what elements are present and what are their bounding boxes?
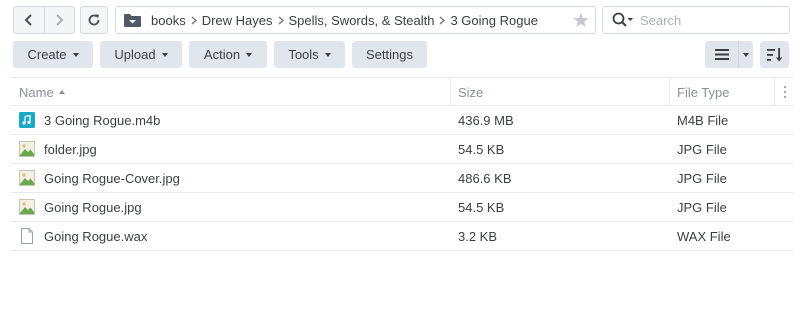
- action-button[interactable]: Action: [189, 41, 267, 68]
- settings-button[interactable]: Settings: [352, 41, 427, 68]
- view-dropdown-button[interactable]: [738, 41, 753, 68]
- breadcrumb-item-current[interactable]: 3 Going Rogue: [450, 13, 537, 28]
- sort-icon: [766, 47, 782, 61]
- chevron-right-icon: [278, 16, 284, 25]
- file-type: M4B File: [677, 112, 729, 128]
- image-file-icon: [19, 170, 35, 186]
- file-size: 3.2 KB: [458, 228, 498, 244]
- column-divider[interactable]: [774, 78, 775, 106]
- path-bar[interactable]: books Drew Hayes Spells, Swords, & Steal…: [115, 6, 596, 34]
- file-name: Going Rogue.jpg: [44, 199, 142, 215]
- column-header-file-type[interactable]: File Type: [677, 78, 730, 106]
- chevron-right-icon: [56, 14, 64, 26]
- back-button[interactable]: [14, 7, 44, 33]
- navigation-buttons: [13, 6, 75, 34]
- column-header-size[interactable]: Size: [458, 78, 483, 106]
- column-name-label: Name: [19, 84, 54, 100]
- column-divider[interactable]: [450, 78, 451, 106]
- file-list-header: Name Size File Type: [11, 77, 793, 106]
- file-size: 54.5 KB: [458, 199, 505, 215]
- search-box[interactable]: Search: [602, 6, 790, 34]
- generic-file-icon: [21, 228, 33, 244]
- file-size: 436.9 MB: [458, 112, 514, 128]
- file-size: 486.6 KB: [458, 170, 512, 186]
- star-icon[interactable]: [573, 12, 589, 28]
- audio-file-icon: [19, 112, 35, 128]
- column-header-name[interactable]: Name: [19, 78, 65, 106]
- file-type: WAX File: [677, 228, 731, 244]
- file-type: JPG File: [677, 199, 727, 215]
- file-name: 3 Going Rogue.m4b: [44, 112, 161, 128]
- top-bar: books Drew Hayes Spells, Swords, & Steal…: [0, 0, 804, 40]
- create-label: Create: [27, 47, 67, 62]
- column-size-label: Size: [458, 84, 484, 100]
- search-input[interactable]: Search: [640, 13, 681, 28]
- table-row[interactable]: 3 Going Rogue.m4b 436.9 MB M4B File: [11, 106, 793, 135]
- list-view-icon: [714, 49, 729, 60]
- caret-down-icon: [161, 52, 168, 57]
- upload-button[interactable]: Upload: [100, 41, 182, 68]
- breadcrumb-item-series[interactable]: Spells, Swords, & Stealth: [289, 13, 435, 28]
- breadcrumb-item-books[interactable]: books: [151, 13, 186, 28]
- file-name: folder.jpg: [44, 141, 97, 157]
- upload-label: Upload: [114, 47, 156, 62]
- search-icon[interactable]: [612, 12, 634, 28]
- list-view-button[interactable]: [705, 41, 738, 68]
- chevron-right-icon: [191, 16, 197, 25]
- sort-ascending-icon: [58, 90, 65, 94]
- sort-button[interactable]: [760, 41, 789, 68]
- file-size: 54.5 KB: [458, 141, 505, 157]
- caret-down-icon: [72, 52, 79, 57]
- refresh-button[interactable]: [80, 6, 108, 34]
- column-type-label: File Type: [677, 84, 730, 100]
- file-type: JPG File: [677, 170, 727, 186]
- image-file-icon: [19, 199, 35, 215]
- chevron-right-icon: [439, 16, 446, 25]
- column-divider[interactable]: [669, 78, 670, 106]
- table-row[interactable]: folder.jpg 54.5 KB JPG File: [11, 135, 793, 164]
- view-mode-control: [705, 41, 753, 68]
- action-label: Action: [203, 47, 241, 62]
- caret-down-icon: [246, 52, 253, 57]
- caret-down-icon: [743, 52, 749, 57]
- table-row[interactable]: Going Rogue.wax 3.2 KB WAX File: [11, 222, 793, 251]
- file-name: Going Rogue.wax: [44, 228, 148, 244]
- tools-button[interactable]: Tools: [274, 41, 345, 68]
- table-row[interactable]: Going Rogue.jpg 54.5 KB JPG File: [11, 193, 793, 222]
- table-row[interactable]: Going Rogue-Cover.jpg 486.6 KB JPG File: [11, 164, 793, 193]
- column-menu-icon[interactable]: [781, 85, 789, 99]
- refresh-icon: [88, 14, 100, 26]
- image-file-icon: [19, 141, 35, 157]
- file-name: Going Rogue-Cover.jpg: [44, 170, 180, 186]
- forward-button[interactable]: [43, 7, 74, 33]
- toolbar: Create Upload Action Tools Settings: [0, 40, 804, 70]
- file-type: JPG File: [677, 141, 727, 157]
- file-list: Name Size File Type 3 Going Rogue.m4b 43…: [11, 77, 793, 251]
- chevron-left-icon: [24, 14, 32, 26]
- settings-label: Settings: [366, 47, 413, 62]
- create-button[interactable]: Create: [13, 41, 93, 68]
- tools-label: Tools: [288, 47, 319, 62]
- caret-down-icon: [324, 52, 331, 57]
- folder-icon: [124, 13, 142, 27]
- breadcrumb-item-author[interactable]: Drew Hayes: [202, 13, 273, 28]
